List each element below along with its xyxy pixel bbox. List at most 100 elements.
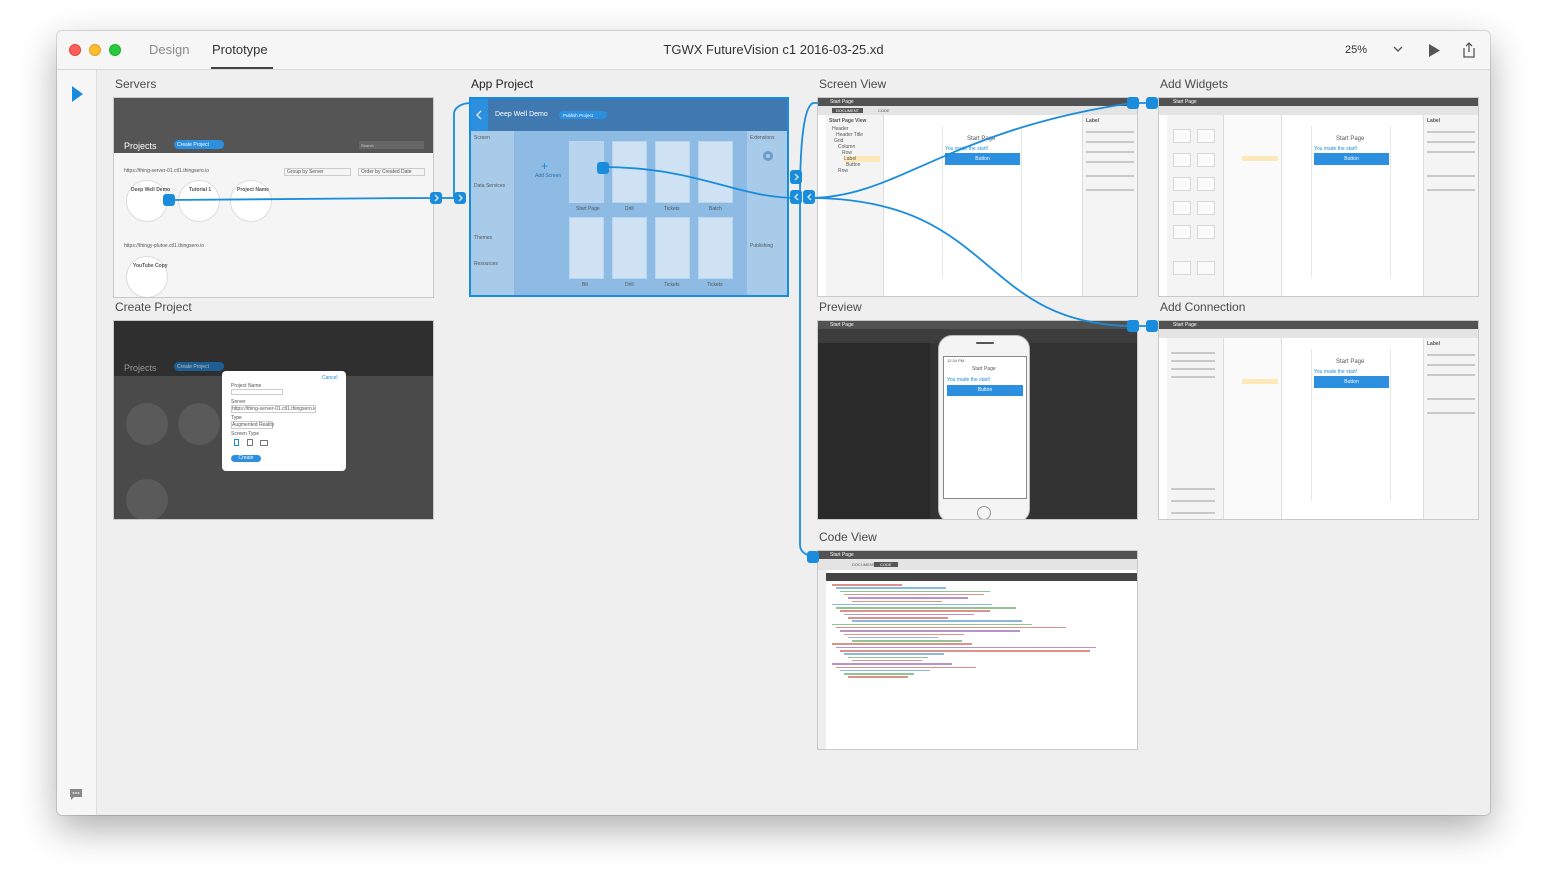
screen-thumb-start[interactable] (569, 141, 604, 203)
tab-document[interactable]: DOCUMENT (852, 562, 875, 567)
select-arrow-icon[interactable] (70, 85, 84, 103)
artboard-preview[interactable]: Start Page 12:34 PM Start Page You made … (817, 320, 1138, 520)
code-line (832, 603, 992, 606)
project-card[interactable]: Tutorial 1 (178, 180, 220, 222)
create-project-button-dim: Create Project (174, 362, 224, 371)
prototype-canvas[interactable]: Servers Projects Create Project Search h… (97, 70, 1490, 815)
code-line (848, 636, 938, 639)
home-button[interactable] (977, 506, 991, 519)
code-line (832, 584, 902, 586)
comment-icon[interactable] (69, 788, 83, 802)
artboard-add-connection[interactable]: Start Page Start Page You made the start… (1158, 320, 1479, 520)
phone-title: Start Page (1336, 136, 1365, 142)
project-card-dim (178, 403, 220, 445)
cancel-link[interactable]: Cancel (322, 375, 338, 381)
artboard-code-view[interactable]: Start Page DOCUMENT CODE (817, 550, 1138, 750)
artboard-label-add-connection[interactable]: Add Connection (1160, 300, 1245, 314)
properties-panel: Label (1423, 115, 1478, 296)
chevron-down-icon[interactable] (1393, 45, 1403, 53)
code-editor[interactable] (828, 584, 1117, 745)
share-icon[interactable] (1461, 41, 1477, 59)
publish-project-button[interactable]: Publish Project (559, 111, 607, 119)
artboard-label-create-project[interactable]: Create Project (115, 300, 192, 314)
code-line (852, 600, 942, 602)
wire-to-screen-view[interactable] (797, 102, 819, 199)
screen-thumb[interactable] (655, 217, 690, 279)
screen-thumb[interactable] (698, 141, 733, 203)
wire-handle[interactable] (1146, 320, 1158, 332)
artboard-servers[interactable]: Projects Create Project Search https://t… (113, 97, 434, 298)
add-widgets-tabs (1159, 106, 1478, 115)
wire-handle[interactable] (803, 190, 815, 204)
page-title: Start Page (1173, 99, 1197, 105)
project-card-dim (126, 479, 168, 519)
phone-button[interactable]: Button (945, 153, 1020, 165)
phone-button[interactable]: Button (1314, 376, 1389, 388)
properties-panel: Label (1423, 338, 1478, 519)
project-card[interactable]: Deep Well Demo (126, 180, 170, 222)
page-title: Start Page (830, 322, 854, 328)
code-line (840, 630, 1020, 632)
wire-handle[interactable] (790, 170, 802, 184)
artboard-label-servers[interactable]: Servers (115, 77, 156, 91)
phone-icon[interactable] (234, 439, 239, 446)
tab-document[interactable]: DOCUMENT (832, 108, 864, 113)
wire-handle[interactable] (1146, 97, 1158, 109)
page-title: Start Page (830, 99, 854, 105)
phone-message: You made the start! (1314, 146, 1358, 152)
screen-name: Tickets (664, 206, 680, 212)
screen-name: Drill (625, 282, 634, 288)
gear-icon (763, 151, 773, 161)
artboard-label-code-view[interactable]: Code View (819, 530, 877, 544)
code-line (840, 610, 990, 612)
screen-thumb[interactable] (569, 217, 604, 279)
app-project-right-panel: Extensions Publishing (747, 131, 787, 295)
screen-thumb[interactable] (612, 217, 647, 279)
artboard-label-add-widgets[interactable]: Add Widgets (1160, 77, 1228, 91)
screen-thumb[interactable] (655, 141, 690, 203)
server-url-2: https://thingy-plutoe.ctl1.thingsero.io (124, 243, 205, 249)
artboard-create-project[interactable]: Projects Create Project Cancel Project N… (113, 320, 434, 520)
status-time: 12:34 PM (947, 358, 965, 363)
project-name-input[interactable] (231, 389, 283, 395)
server-input[interactable]: https://thing-server-01.ctl1.thingsero.i… (231, 405, 316, 413)
tab-code[interactable]: CODE (878, 108, 890, 113)
artboard-label-preview[interactable]: Preview (819, 300, 862, 314)
artboard-add-widgets[interactable]: Start Page Start Page You made the start… (1158, 97, 1479, 297)
page-title: Start Page (1173, 322, 1197, 328)
code-line (844, 613, 974, 616)
screen-thumb[interactable] (612, 141, 647, 203)
screen-name: Tickets (707, 282, 723, 288)
artboard-label-app-project[interactable]: App Project (471, 77, 533, 91)
artboard-label-screen-view[interactable]: Screen View (819, 77, 886, 91)
back-button[interactable] (471, 99, 488, 131)
group-by-select[interactable]: Group by Server (284, 168, 351, 176)
add-icon[interactable]: + (541, 159, 548, 173)
project-card[interactable]: YouTube Copy (126, 256, 168, 297)
properties-panel: Label (1082, 115, 1137, 296)
artboard-screen-view[interactable]: Start Page DOCUMENT CODE Start Page View… (817, 97, 1138, 297)
project-card[interactable]: Project Name (230, 180, 272, 222)
tablet-icon[interactable] (247, 439, 253, 446)
order-by-select[interactable]: Order by Created Date (358, 168, 425, 176)
code-line (852, 620, 1022, 622)
artboard-app-project[interactable]: Deep Well Demo Publish Project Screen Da… (469, 97, 789, 297)
server-url-1: https://thing-server-01.ctl1.thingsero.i… (124, 168, 210, 174)
layer-tree: Start Page View Header Header Title Grid… (826, 115, 884, 296)
play-icon[interactable] (1427, 43, 1441, 58)
phone-button[interactable]: Button (1314, 153, 1389, 165)
type-select[interactable]: Augmented Reality (231, 421, 274, 429)
search-input[interactable]: Search (359, 141, 424, 149)
zoom-level[interactable]: 25% (1345, 44, 1367, 56)
create-button[interactable]: Create (231, 455, 261, 462)
document-title: TGWX FutureVision c1 2016-03-25.xd (663, 42, 884, 57)
code-gutter-tools (818, 570, 826, 749)
wire-handle[interactable] (790, 190, 802, 204)
code-line (848, 617, 948, 619)
tab-code[interactable]: CODE (874, 562, 898, 567)
wire-handle[interactable] (454, 192, 466, 204)
desktop-icon[interactable] (260, 440, 268, 446)
screen-thumb[interactable] (698, 217, 733, 279)
phone-button[interactable]: Button (947, 385, 1023, 396)
create-project-button[interactable]: Create Project (174, 140, 224, 149)
